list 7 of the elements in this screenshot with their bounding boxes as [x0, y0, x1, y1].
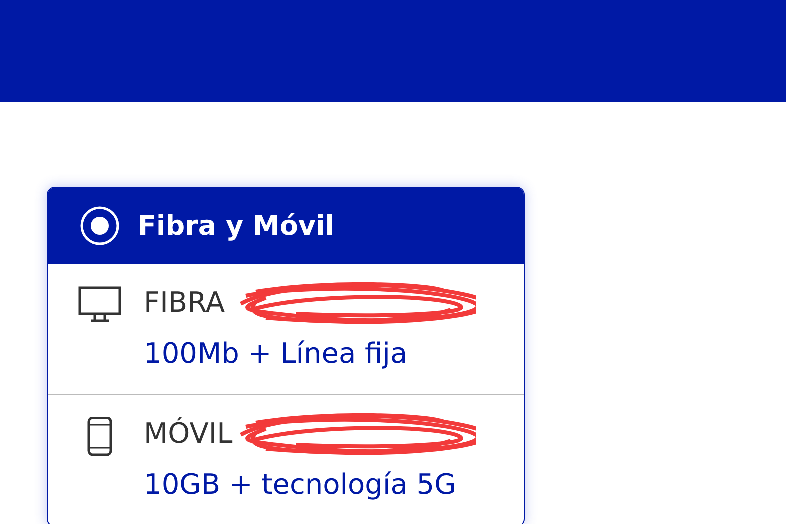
radio-button[interactable] [80, 206, 120, 246]
plan-header[interactable]: Fibra y Móvil [48, 188, 524, 264]
service-detail: 10GB + tecnología 5G [144, 468, 456, 501]
service-name: MÓVIL [144, 417, 233, 450]
service-detail: 100Mb + Línea fija [144, 337, 408, 370]
plan-title: Fibra y Móvil [138, 210, 334, 242]
service-name: FIBRA [144, 286, 226, 319]
